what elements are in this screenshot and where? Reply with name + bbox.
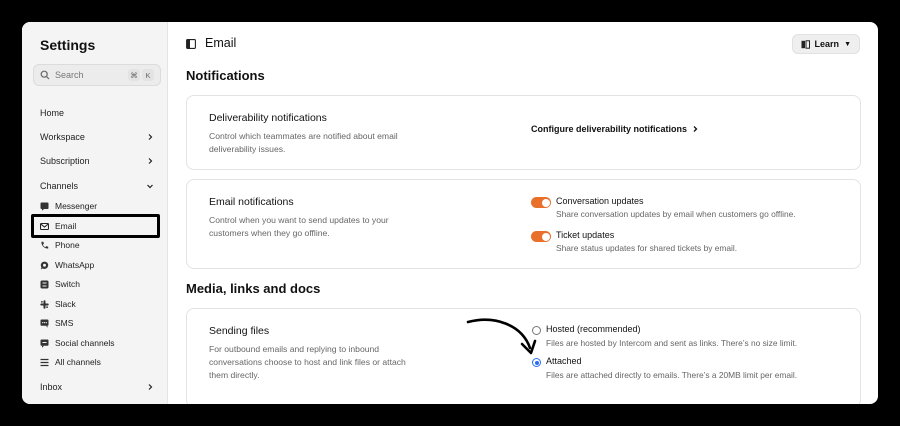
sidebar-item-messenger[interactable]: Messenger xyxy=(40,198,158,214)
chevron-right-icon xyxy=(148,158,153,164)
radio-description: Files are attached directly to emails. T… xyxy=(546,370,798,380)
sidebar-item-label: Slack xyxy=(55,299,76,309)
sidebar-toggle-icon[interactable] xyxy=(186,39,196,49)
sidebar-item-social-channels[interactable]: Social channels xyxy=(40,335,158,351)
sidebar-title: Settings xyxy=(40,37,96,53)
option-description: Share status updates for shared tickets … xyxy=(556,243,738,253)
sidebar-item-workspace[interactable]: Workspace xyxy=(40,129,154,145)
annotation-arrow xyxy=(466,318,537,355)
card-title: Deliverability notifications xyxy=(209,112,327,124)
email-notifications-card: Email notifications Control when you wan… xyxy=(186,179,861,269)
card-title: Sending files xyxy=(209,325,270,337)
sidebar-item-label: Messenger xyxy=(55,201,98,211)
social-icon xyxy=(40,339,49,348)
section-title-notifications: Notifications xyxy=(186,68,265,83)
link-label: Configure deliverability notifications xyxy=(531,124,688,134)
list-icon xyxy=(40,358,49,367)
radio-label: Hosted (recommended) xyxy=(546,324,641,334)
email-highlight-box xyxy=(31,214,160,238)
search-placeholder: Search xyxy=(55,70,84,80)
card-title: Email notifications xyxy=(209,196,294,208)
slack-icon xyxy=(40,299,49,309)
radio-description: Files are hosted by Intercom and sent as… xyxy=(546,338,798,348)
card-description: Control which teammates are notified abo… xyxy=(209,131,398,154)
sidebar-item-label: Workspace xyxy=(40,132,85,142)
messenger-icon xyxy=(40,202,49,211)
sidebar-item-whatsapp[interactable]: WhatsApp xyxy=(40,257,158,273)
configure-deliverability-link[interactable]: Configure deliverability notifications xyxy=(531,124,699,134)
search-icon xyxy=(40,70,50,80)
sidebar: Settings Search ⌘ K Home Workspace Subsc… xyxy=(22,22,168,404)
chevron-right-icon xyxy=(148,134,153,140)
page-title: Email xyxy=(205,36,237,50)
conversation-updates-toggle[interactable] xyxy=(531,197,551,208)
sidebar-item-label: Phone xyxy=(55,240,80,250)
sidebar-item-label: All channels xyxy=(55,357,101,367)
sidebar-item-label: Switch xyxy=(55,279,81,289)
sidebar-item-slack[interactable]: Slack xyxy=(40,296,158,312)
sidebar-item-sms[interactable]: SMS xyxy=(40,315,158,331)
shortcut-key-cmd: ⌘ xyxy=(128,69,140,81)
section-title-media: Media, links and docs xyxy=(186,281,321,296)
switch-icon xyxy=(40,280,49,289)
sidebar-item-label: Channels xyxy=(40,181,79,191)
search-input[interactable]: Search ⌘ K xyxy=(33,64,161,86)
sms-icon xyxy=(40,319,49,328)
sidebar-item-label: Home xyxy=(40,108,65,118)
chevron-right-icon xyxy=(693,126,698,132)
sidebar-item-label: WhatsApp xyxy=(55,260,95,270)
sidebar-item-label: Social channels xyxy=(55,338,115,348)
sidebar-item-phone[interactable]: Phone xyxy=(40,237,158,253)
radio-label: Attached xyxy=(546,356,582,366)
sidebar-item-home[interactable]: Home xyxy=(40,105,154,121)
card-description: Control when you want to send updates to… xyxy=(209,215,389,238)
chevron-right-icon xyxy=(148,384,153,390)
learn-label: Learn xyxy=(814,39,840,49)
shortcut-key-k: K xyxy=(142,69,154,81)
sidebar-item-label: Subscription xyxy=(40,156,90,166)
option-label: Ticket updates xyxy=(556,230,615,240)
deliverability-card: Deliverability notifications Control whi… xyxy=(186,95,861,170)
sidebar-item-label: Inbox xyxy=(40,382,63,392)
sidebar-item-all-channels[interactable]: All channels xyxy=(40,354,158,370)
option-label: Conversation updates xyxy=(556,196,644,206)
caret-down-icon: ▼ xyxy=(844,40,851,48)
sidebar-item-switch[interactable]: Switch xyxy=(40,276,158,292)
chevron-down-icon xyxy=(147,184,153,189)
learn-button[interactable]: Learn ▼ xyxy=(791,34,860,54)
sidebar-item-subscription[interactable]: Subscription xyxy=(40,153,154,169)
sidebar-item-inbox[interactable]: Inbox xyxy=(40,379,154,395)
whatsapp-icon xyxy=(40,261,49,270)
phone-icon xyxy=(40,241,49,250)
sidebar-item-label: SMS xyxy=(55,318,74,328)
ticket-updates-toggle[interactable] xyxy=(531,231,551,242)
sidebar-item-channels[interactable]: Channels xyxy=(40,178,154,194)
option-description: Share conversation updates by email when… xyxy=(556,209,796,219)
card-description: For outbound emails and replying to inbo… xyxy=(209,344,406,380)
book-icon xyxy=(801,39,810,49)
